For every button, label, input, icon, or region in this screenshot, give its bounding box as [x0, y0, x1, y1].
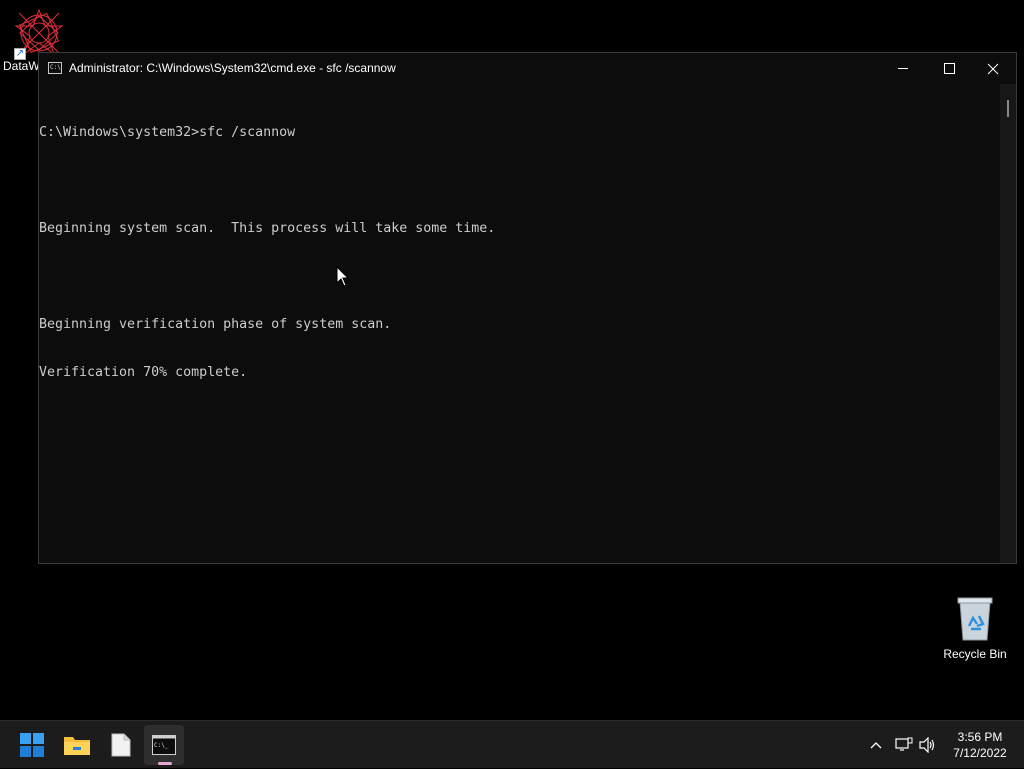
console-output[interactable]: C:\Windows\system32>sfc /scannow Beginni…	[39, 93, 999, 563]
console-line: C:\Windows\system32>sfc /scannow	[39, 125, 296, 140]
desktop-recycle-bin[interactable]: Recycle Bin	[940, 596, 1010, 666]
taskbar-clock[interactable]: 3:56 PM 7/12/2022	[940, 729, 1020, 761]
taskbar-notepad[interactable]	[101, 725, 141, 765]
cmd-window-icon: C:\	[48, 62, 62, 74]
vertical-scrollbar[interactable]	[1000, 84, 1016, 563]
scrollbar-thumb[interactable]	[1007, 100, 1009, 117]
taskbar-file-explorer[interactable]	[57, 725, 97, 765]
window-titlebar[interactable]: C:\ Administrator: C:\Windows\System32\c…	[39, 53, 1016, 84]
recycle-bin-icon	[957, 597, 993, 641]
close-button[interactable]	[970, 53, 1016, 84]
clock-time: 3:56 PM	[957, 730, 1003, 744]
terminal-icon: C:\_	[152, 735, 176, 755]
start-button[interactable]	[12, 725, 52, 765]
console-line: Beginning system scan. This process will…	[39, 221, 496, 236]
network-icon	[895, 737, 913, 751]
minimize-icon	[898, 68, 908, 69]
desktop-shortcut-label: DataW	[3, 59, 40, 73]
taskbar-command-prompt[interactable]: C:\_	[144, 725, 184, 765]
document-icon	[111, 733, 131, 757]
desktop: ↗ DataW Recycle Bin C:\ Administrator: C…	[0, 0, 1024, 720]
volume-button[interactable]	[916, 721, 940, 769]
active-app-indicator	[158, 762, 172, 765]
taskbar: C:\_ 3:56 PM 7/12/2022	[0, 720, 1024, 768]
console-line: Verification 70% complete.	[39, 365, 248, 380]
recycle-bin-label: Recycle Bin	[943, 647, 1007, 661]
clock-date: 7/12/2022	[953, 746, 1007, 760]
cmd-window[interactable]: C:\ Administrator: C:\Windows\System32\c…	[38, 52, 1017, 564]
show-hidden-icons-button[interactable]	[864, 721, 888, 769]
window-title: Administrator: C:\Windows\System32\cmd.e…	[69, 61, 396, 75]
minimize-button[interactable]	[880, 53, 926, 84]
mouse-pointer-icon	[336, 266, 350, 287]
windows-start-icon	[20, 733, 44, 757]
chevron-up-icon	[870, 742, 882, 749]
close-icon	[987, 63, 999, 74]
network-button[interactable]	[892, 721, 916, 769]
folder-icon	[64, 737, 90, 755]
console-line: Beginning verification phase of system s…	[39, 317, 392, 332]
maximize-button[interactable]	[926, 53, 972, 84]
svg-text:C:\_: C:\_	[154, 742, 169, 749]
speaker-icon	[919, 737, 935, 753]
maximize-icon	[943, 63, 955, 74]
